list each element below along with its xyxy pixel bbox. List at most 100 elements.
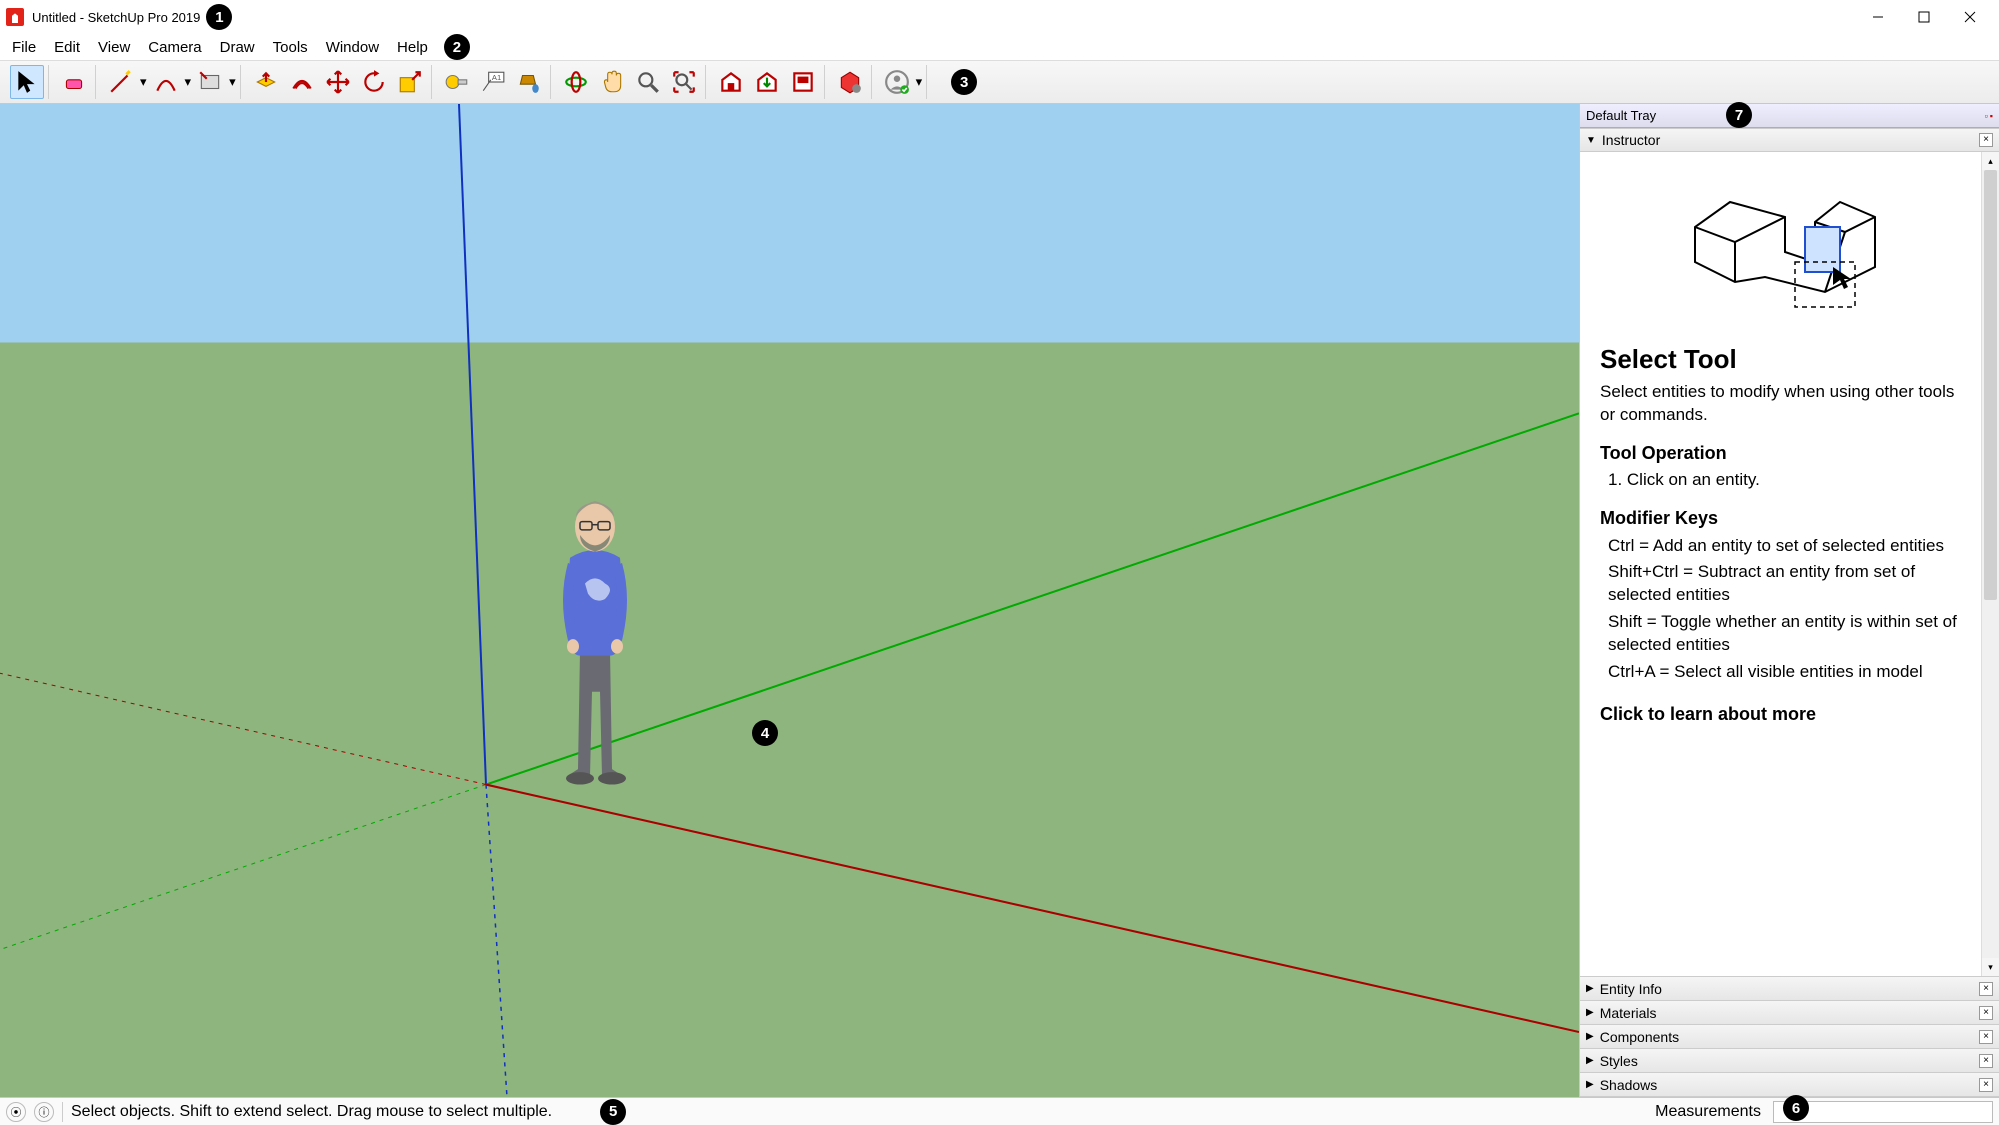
tool-arc[interactable]: [149, 65, 183, 99]
tool-rectangle-dropdown[interactable]: ▾: [229, 74, 236, 90]
tool-tape[interactable]: [440, 65, 474, 99]
instructor-tool-desc: Select entities to modify when using oth…: [1600, 381, 1969, 427]
tool-account-dropdown[interactable]: ▾: [916, 74, 923, 90]
tool-select[interactable]: [10, 65, 44, 99]
panel-instructor-header[interactable]: ▼ Instructor ×: [1580, 128, 1999, 152]
instructor-op-title: Tool Operation: [1600, 441, 1969, 465]
panel-styles-label: Styles: [1600, 1053, 1638, 1069]
tool-zoom[interactable]: [631, 65, 665, 99]
caret-right-icon: ▶: [1586, 1031, 1594, 1042]
panel-materials-close[interactable]: ×: [1979, 1006, 1993, 1020]
caret-right-icon: ▶: [1586, 1055, 1594, 1066]
menu-view[interactable]: View: [90, 37, 138, 58]
instructor-scrollbar[interactable]: ▴ ▾: [1981, 152, 1999, 976]
scale-figure: [563, 501, 627, 785]
caret-right-icon: ▶: [1586, 1007, 1594, 1018]
instructor-mod-4: Ctrl+A = Select all visible entities in …: [1600, 661, 1969, 684]
menu-bar: File Edit View Camera Draw Tools Window …: [0, 34, 1999, 60]
panel-materials-label: Materials: [1600, 1005, 1657, 1021]
maximize-button[interactable]: [1901, 0, 1947, 34]
tool-line[interactable]: [104, 65, 138, 99]
tool-extension[interactable]: [833, 65, 867, 99]
tool-zoom-extents[interactable]: [667, 65, 701, 99]
title-bar: Untitled - SketchUp Pro 2019 1: [0, 0, 1999, 34]
svg-text:A1: A1: [492, 73, 501, 82]
instructor-mod-title: Modifier Keys: [1600, 506, 1969, 530]
close-button[interactable]: [1947, 0, 1993, 34]
caret-right-icon: ▶: [1586, 983, 1594, 994]
menu-camera[interactable]: Camera: [140, 37, 209, 58]
tray-title-bar[interactable]: Default Tray 7 ▫ ▪: [1580, 104, 1999, 128]
instructor-content: Select Tool Select entities to modify wh…: [1580, 152, 1999, 976]
annotation-5: 5: [600, 1099, 626, 1125]
scroll-thumb[interactable]: [1984, 170, 1997, 600]
annotation-6: 6: [1783, 1095, 1809, 1121]
tool-arc-dropdown[interactable]: ▾: [185, 74, 192, 90]
tool-rotate[interactable]: [357, 65, 391, 99]
tool-offset[interactable]: [285, 65, 319, 99]
main-area: 4 Default Tray 7 ▫ ▪ ▼ Instructor ×: [0, 104, 1999, 1097]
panel-shadows-label: Shadows: [1600, 1077, 1658, 1093]
tool-pushpull[interactable]: [249, 65, 283, 99]
menu-file[interactable]: File: [4, 37, 44, 58]
annotation-7: 7: [1726, 102, 1752, 128]
tool-paint[interactable]: [512, 65, 546, 99]
tool-account[interactable]: [880, 65, 914, 99]
annotation-1: 1: [206, 4, 232, 30]
instructor-mod-3: Shift = Toggle whether an entity is with…: [1600, 611, 1969, 657]
tool-scale[interactable]: [393, 65, 427, 99]
panel-instructor-label: Instructor: [1602, 132, 1660, 148]
panel-shadows-close[interactable]: ×: [1979, 1078, 1993, 1092]
window-title: Untitled - SketchUp Pro 2019: [32, 10, 200, 25]
scroll-up-icon[interactable]: ▴: [1982, 152, 1999, 170]
app-icon: [6, 8, 24, 26]
status-bar: ⦿ ⓘ Select objects. Shift to extend sele…: [0, 1097, 1999, 1125]
menu-draw[interactable]: Draw: [212, 37, 263, 58]
panel-entity-info[interactable]: ▶ Entity Info ×: [1580, 977, 1999, 1001]
tool-warehouse-get[interactable]: [750, 65, 784, 99]
measurements-label: Measurements: [1655, 1103, 1765, 1121]
menu-window[interactable]: Window: [318, 37, 387, 58]
menu-tools[interactable]: Tools: [265, 37, 316, 58]
annotation-3: 3: [951, 69, 977, 95]
credits-icon[interactable]: ⓘ: [34, 1102, 54, 1122]
panel-shadows[interactable]: ▶ Shadows ×: [1580, 1073, 1999, 1097]
menu-edit[interactable]: Edit: [46, 37, 88, 58]
tool-line-dropdown[interactable]: ▾: [140, 74, 147, 90]
tool-warehouse[interactable]: [714, 65, 748, 99]
menu-help[interactable]: Help: [389, 37, 436, 58]
geolocation-icon[interactable]: ⦿: [6, 1102, 26, 1122]
panel-instructor-close[interactable]: ×: [1979, 133, 1993, 147]
tray-close-icon[interactable]: ▪: [1990, 111, 1993, 121]
instructor-mod-2: Shift+Ctrl = Subtract an entity from set…: [1600, 561, 1969, 607]
scene-svg: [0, 104, 1579, 1097]
panel-styles-close[interactable]: ×: [1979, 1054, 1993, 1068]
panel-components[interactable]: ▶ Components ×: [1580, 1025, 1999, 1049]
annotation-2: 2: [444, 34, 470, 60]
tool-move[interactable]: [321, 65, 355, 99]
tool-layout[interactable]: [786, 65, 820, 99]
tool-orbit[interactable]: [559, 65, 593, 99]
panel-styles[interactable]: ▶ Styles ×: [1580, 1049, 1999, 1073]
panel-entity-info-label: Entity Info: [1600, 981, 1662, 997]
tool-eraser[interactable]: [57, 65, 91, 99]
panel-materials[interactable]: ▶ Materials ×: [1580, 1001, 1999, 1025]
instructor-learn-more[interactable]: Click to learn about more: [1600, 702, 1969, 726]
tool-rectangle[interactable]: [193, 65, 227, 99]
default-tray: Default Tray 7 ▫ ▪ ▼ Instructor ×: [1579, 104, 1999, 1097]
instructor-tool-title: Select Tool: [1600, 342, 1969, 377]
status-help-text: Select objects. Shift to extend select. …: [71, 1103, 552, 1121]
instructor-mod-1: Ctrl = Add an entity to set of selected …: [1600, 535, 1969, 558]
tray-pin-icon[interactable]: ▫: [1985, 111, 1988, 121]
tool-text[interactable]: A1: [476, 65, 510, 99]
annotation-4: 4: [752, 720, 778, 746]
tool-pan[interactable]: [595, 65, 629, 99]
instructor-op-item: 1. Click on an entity.: [1600, 469, 1969, 492]
instructor-illustration: [1600, 166, 1969, 332]
viewport-3d[interactable]: 4: [0, 104, 1579, 1097]
scroll-down-icon[interactable]: ▾: [1982, 958, 1999, 976]
toolbar: ▾ ▾ ▾ A1 ▾ 3: [0, 60, 1999, 104]
panel-entity-info-close[interactable]: ×: [1979, 982, 1993, 996]
panel-components-close[interactable]: ×: [1979, 1030, 1993, 1044]
minimize-button[interactable]: [1855, 0, 1901, 34]
